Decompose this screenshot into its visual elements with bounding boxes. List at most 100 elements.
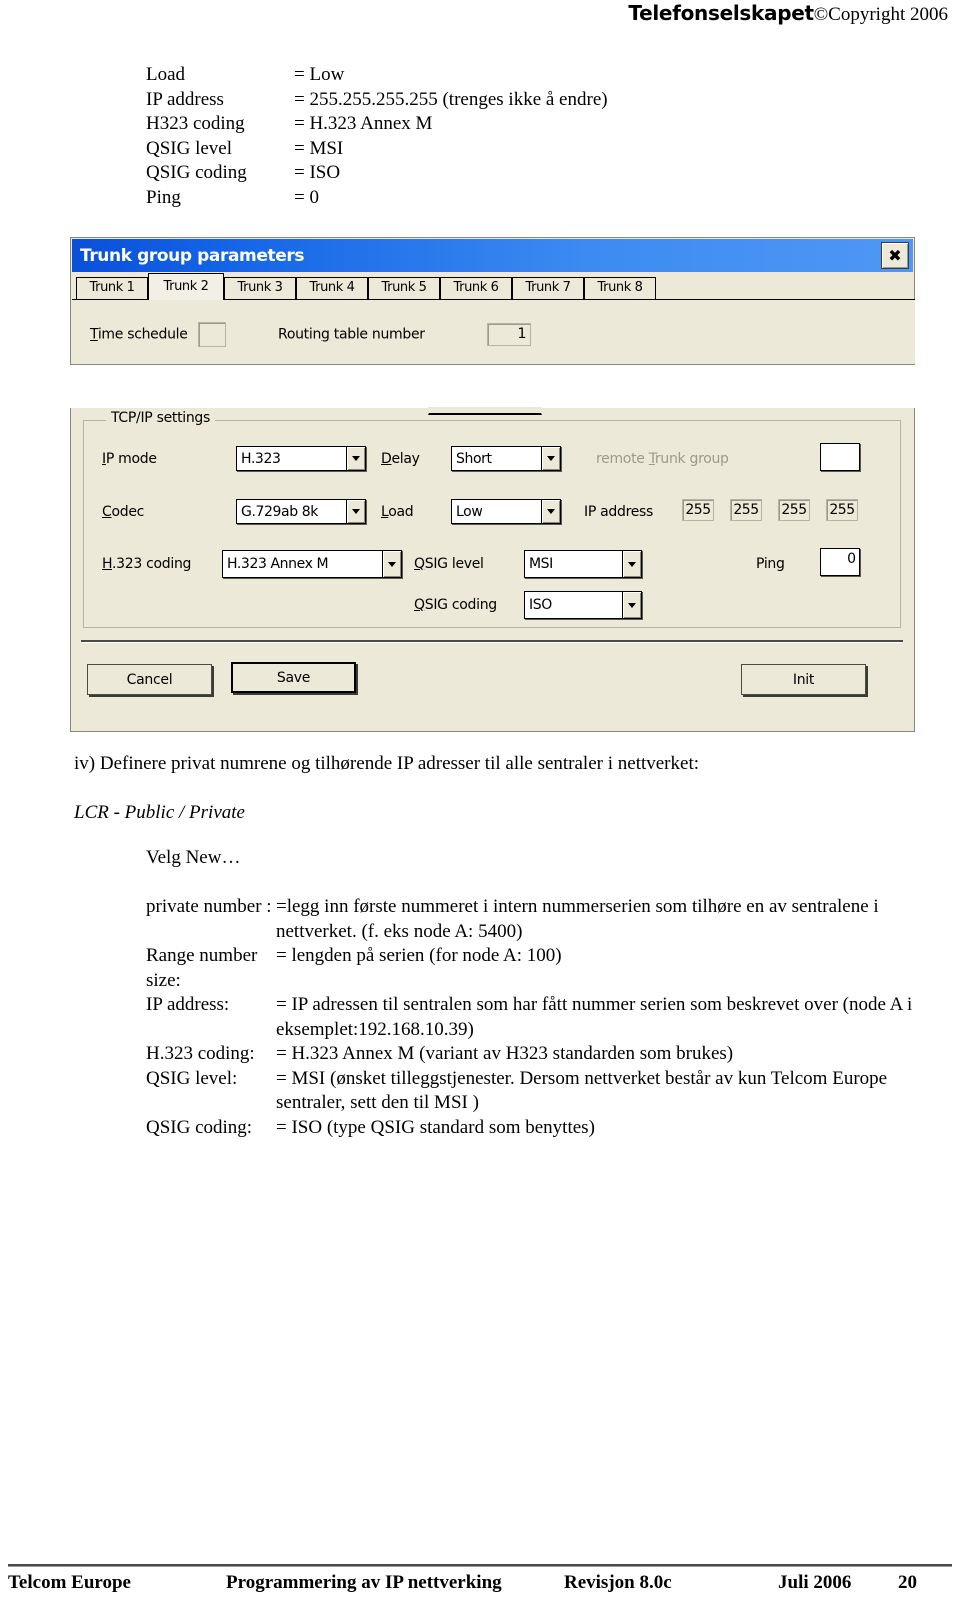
ip-octet-2[interactable]: 255 (730, 499, 762, 521)
definition-item: H.323 coding: = H.323 Annex M (variant a… (146, 1042, 946, 1067)
codec-value: G.729ab 8k (241, 503, 318, 520)
parameter-key: Ping (146, 186, 181, 208)
chevron-down-icon[interactable] (346, 447, 365, 470)
copyright-notice: ©Copyright 2006 (813, 4, 948, 25)
routing-table-number-input[interactable]: 1 (487, 323, 532, 346)
definition-term: IP address: (146, 994, 230, 1015)
footer-revision: Revisjon 8.0c (564, 1572, 672, 1593)
prose-spacer (74, 777, 940, 802)
definition-description: = lengden på serien (for node A: 100) (276, 945, 562, 966)
routing-table-number-label: Routing table number (278, 326, 425, 343)
tab-trunk-6[interactable]: Trunk 6 (440, 277, 512, 299)
brand-name: Telefonselskapet (628, 1, 814, 25)
trunk-tab-page: Time schedule Routing table number 1 (72, 299, 915, 364)
time-schedule-input[interactable] (197, 322, 226, 347)
codec-label: Codec (102, 504, 145, 520)
definition-term: private number : (146, 896, 272, 917)
tab-trunk-7[interactable]: Trunk 7 (512, 277, 584, 299)
ip-octet-4[interactable]: 255 (826, 499, 858, 521)
codec-select[interactable]: G.729ab 8k (236, 499, 366, 524)
qsig-level-value: MSI (529, 556, 553, 572)
parameter-row: Ping = 0 (146, 186, 846, 211)
tab-trunk-2[interactable]: Trunk 2 (148, 273, 224, 300)
qsig-coding-select[interactable]: ISO (524, 591, 642, 619)
velg-new-line: Velg New… (146, 847, 241, 868)
dialog-upper-fragment: Trunk group parameters ✖ Trunk 1 Trunk 2… (70, 237, 915, 365)
body-prose: iv) Definere privat numrene og tilhørend… (74, 752, 940, 826)
parameter-row: H323 coding = H.323 Annex M (146, 112, 846, 137)
init-button[interactable]: Init (741, 664, 866, 695)
deflist-spacer (146, 871, 946, 896)
screenshot-stitch-gap (70, 365, 915, 408)
parameter-key: IP address (146, 88, 224, 110)
parameter-value: = H.323 Annex M (294, 113, 433, 134)
chevron-down-icon[interactable] (382, 551, 401, 577)
tab-trunk-4[interactable]: Trunk 4 (296, 277, 368, 299)
ip-mode-label: IP mode (102, 451, 157, 467)
time-schedule-label: Time schedule (90, 326, 188, 343)
dialog-title: Trunk group parameters (80, 245, 305, 266)
save-button[interactable]: Save (231, 662, 356, 693)
parameter-row: QSIG coding = ISO (146, 161, 846, 186)
trunk-group-parameters-screenshot: Trunk group parameters ✖ Trunk 1 Trunk 2… (70, 237, 915, 732)
parameter-key: H323 coding (146, 113, 245, 134)
chevron-down-icon[interactable] (541, 500, 560, 523)
chevron-down-icon[interactable] (346, 500, 365, 523)
qsig-coding-value: ISO (529, 597, 552, 613)
tab-trunk-8[interactable]: Trunk 8 (584, 277, 656, 299)
parameter-row: Load = Low (146, 63, 846, 88)
chevron-down-icon[interactable] (541, 447, 560, 470)
ping-input[interactable]: 0 (820, 548, 860, 576)
definition-item: QSIG coding: = ISO (type QSIG standard s… (146, 1116, 946, 1141)
h323-coding-label: H.323 coding (102, 556, 192, 572)
chevron-down-icon[interactable] (622, 592, 641, 618)
definition-description: =legg inn første nummeret i intern numme… (276, 896, 879, 942)
tab-page-first-row: Time schedule Routing table number 1 (90, 322, 537, 347)
parameter-key: QSIG coding (146, 162, 247, 183)
parameter-value: = ISO (294, 162, 341, 183)
ip-mode-select[interactable]: H.323 (236, 446, 366, 471)
parameter-list: Load = Low IP address = 255.255.255.255 (t… (146, 63, 846, 210)
ip-mode-value: H.323 (241, 450, 281, 467)
definition-term: QSIG coding: (146, 1116, 253, 1138)
chevron-down-icon[interactable] (622, 551, 641, 577)
definition-description: = ISO (type QSIG standard som benyttes) (276, 1116, 595, 1138)
footer-date: Juli 2006 (778, 1572, 852, 1593)
tab-trunk-3[interactable]: Trunk 3 (224, 277, 296, 299)
definition-item: IP address: = IP adressen til sentralen … (146, 993, 946, 1042)
parameter-value: = Low (294, 64, 345, 85)
definition-description: = MSI (ønsket tilleggstjenester. Dersom … (276, 1067, 888, 1114)
trunk-tabstrip: Trunk 1 Trunk 2 Trunk 3 Trunk 4 Trunk 5 … (72, 273, 915, 300)
definition-term: H.323 coding: (146, 1043, 255, 1064)
tab-trunk-1[interactable]: Trunk 1 (76, 277, 148, 299)
ip-address-label: IP address (584, 504, 654, 520)
button-bar-divider (81, 640, 903, 643)
parameter-row: QSIG level = MSI (146, 137, 846, 162)
definition-list: Velg New… private number : =legg inn før… (146, 846, 946, 1140)
footer-divider (8, 1564, 952, 1567)
qsig-coding-label: QSIG coding (414, 597, 497, 613)
delay-label: Delay (381, 451, 420, 467)
parameter-value: = 0 (294, 186, 319, 208)
cancel-button[interactable]: Cancel (87, 664, 212, 695)
lcr-line: LCR - Public / Private (74, 802, 245, 823)
load-select[interactable]: Low (451, 499, 561, 524)
parameter-key: QSIG level (146, 137, 233, 159)
delay-value: Short (456, 450, 492, 467)
remote-trunk-group-input[interactable] (820, 443, 860, 471)
qsig-level-select[interactable]: MSI (524, 550, 642, 578)
ip-octet-3[interactable]: 255 (778, 499, 810, 521)
h323-coding-select[interactable]: H.323 Annex M (222, 550, 402, 578)
close-icon[interactable]: ✖ (881, 242, 909, 269)
tab-trunk-5[interactable]: Trunk 5 (368, 277, 440, 299)
footer-document: Programmering av IP nettverking (226, 1572, 502, 1593)
partial-control-fragment (428, 407, 542, 415)
ip-octet-1[interactable]: 255 (682, 499, 714, 521)
delay-select[interactable]: Short (451, 446, 561, 471)
parameter-value: = 255.255.255.255 (trenges ikke å endre) (294, 88, 608, 110)
definition-description: = IP adressen til sentralen som har fått… (276, 994, 913, 1040)
parameter-value: = MSI (294, 137, 344, 159)
dialog-titlebar[interactable]: Trunk group parameters ✖ (72, 239, 913, 272)
definition-item: Range number size: = lengden på serien (… (146, 944, 946, 993)
definition-term: Range number size: (146, 945, 258, 991)
